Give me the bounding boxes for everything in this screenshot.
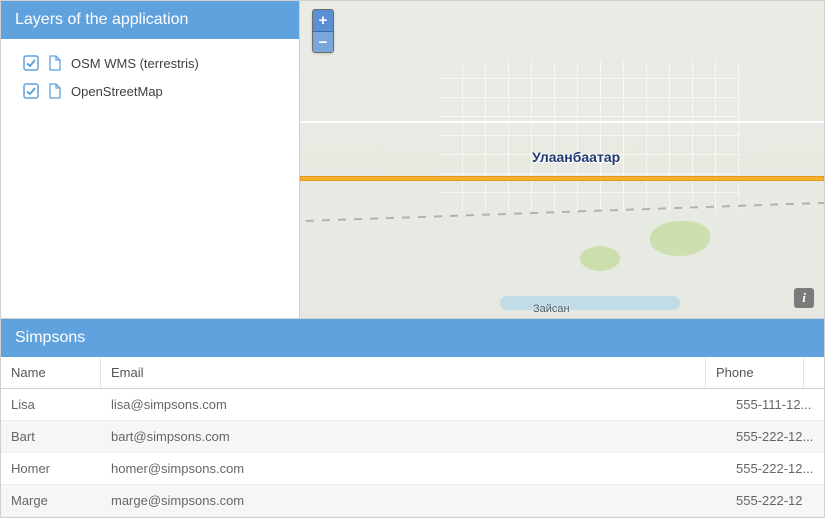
upper-region: Layers of the application OSM WMS (terre… — [0, 0, 825, 319]
cell-email: marge@simpsons.com — [101, 485, 726, 516]
table-row[interactable]: Homer homer@simpsons.com 555-222-12... — [1, 453, 824, 485]
info-icon: i — [802, 290, 806, 306]
column-header-phone[interactable]: Phone — [706, 357, 804, 388]
map-viewport[interactable]: Улаанбаатар Зайсан + − i — [300, 0, 825, 319]
layers-panel: Layers of the application OSM WMS (terre… — [0, 0, 300, 319]
layer-item-openstreetmap[interactable]: OpenStreetMap — [19, 77, 299, 105]
column-header-scroll-spacer — [804, 357, 824, 388]
grid: Name Email Phone Lisa lisa@simpsons.com … — [1, 357, 824, 517]
map-city-label: Улаанбаатар — [532, 149, 620, 165]
grid-header-row: Name Email Phone — [1, 357, 824, 389]
cell-name: Lisa — [1, 389, 101, 420]
zoom-control: + − — [312, 9, 334, 53]
cell-phone: 555-111-12... — [726, 389, 824, 420]
map-main-road — [300, 176, 824, 181]
grid-panel: Simpsons Name Email Phone Lisa lisa@simp… — [0, 319, 825, 518]
layer-item-label: OSM WMS (terrestris) — [71, 56, 199, 71]
map-sub-label: Зайсан — [533, 303, 570, 315]
table-row[interactable]: Bart bart@simpsons.com 555-222-12... — [1, 421, 824, 453]
grid-body[interactable]: Lisa lisa@simpsons.com 555-111-12... Bar… — [1, 389, 824, 517]
column-header-email[interactable]: Email — [101, 357, 706, 388]
table-row[interactable]: Marge marge@simpsons.com 555-222-12 — [1, 485, 824, 517]
column-header-name[interactable]: Name — [1, 357, 101, 388]
layer-item-label: OpenStreetMap — [71, 84, 163, 99]
cell-phone: 555-222-12... — [726, 421, 824, 452]
zoom-out-button[interactable]: − — [313, 31, 333, 52]
layers-list: OSM WMS (terrestris) OpenStreetMap — [1, 39, 299, 115]
cell-email: homer@simpsons.com — [101, 453, 726, 484]
cell-name: Marge — [1, 485, 101, 516]
layers-panel-title: Layers of the application — [1, 1, 299, 39]
minus-icon: − — [319, 34, 328, 51]
cell-phone: 555-222-12 — [726, 485, 824, 516]
map-park — [580, 246, 620, 271]
cell-phone: 555-222-12... — [726, 453, 824, 484]
cell-name: Bart — [1, 421, 101, 452]
map-water — [500, 296, 680, 310]
file-icon — [47, 83, 63, 99]
plus-icon: + — [319, 12, 328, 29]
file-icon — [47, 55, 63, 71]
checkbox-checked-icon[interactable] — [23, 55, 39, 71]
checkbox-checked-icon[interactable] — [23, 83, 39, 99]
table-row[interactable]: Lisa lisa@simpsons.com 555-111-12... — [1, 389, 824, 421]
cell-name: Homer — [1, 453, 101, 484]
zoom-in-button[interactable]: + — [313, 10, 333, 31]
grid-panel-title: Simpsons — [1, 319, 824, 357]
map-street-grid — [440, 61, 740, 211]
map-park — [650, 221, 710, 256]
cell-email: bart@simpsons.com — [101, 421, 726, 452]
layer-item-osm-wms[interactable]: OSM WMS (terrestris) — [19, 49, 299, 77]
app-root: Layers of the application OSM WMS (terre… — [0, 0, 825, 518]
cell-email: lisa@simpsons.com — [101, 389, 726, 420]
attribution-button[interactable]: i — [794, 288, 814, 308]
map-secondary-road — [300, 121, 824, 123]
